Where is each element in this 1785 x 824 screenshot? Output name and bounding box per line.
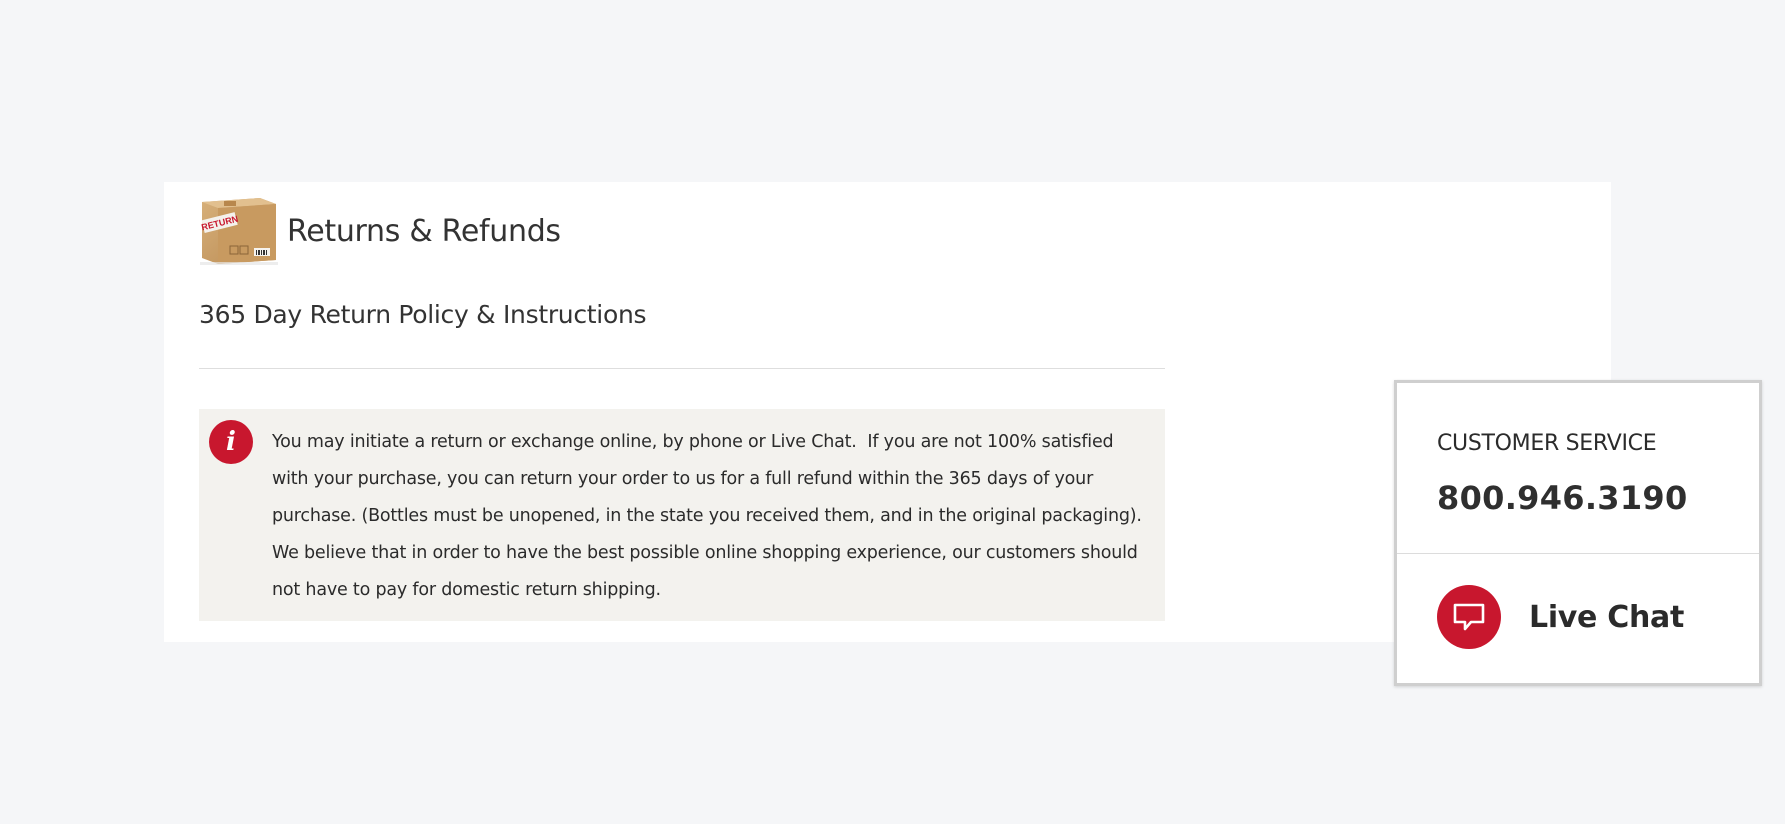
returns-panel: RETURN Returns & Refunds 365 Day Return … xyxy=(164,182,1762,686)
customer-service-label: CUSTOMER SERVICE xyxy=(1437,431,1657,456)
page-title: Returns & Refunds xyxy=(287,213,561,249)
policy-notice-text: You may initiate a return or exchange on… xyxy=(272,432,1148,600)
chat-bubble-icon xyxy=(1437,585,1501,649)
divider xyxy=(199,368,1165,369)
return-box-icon: RETURN xyxy=(200,198,278,265)
live-chat-button[interactable]: Live Chat xyxy=(1437,585,1684,649)
live-chat-label: Live Chat xyxy=(1529,599,1685,635)
customer-service-card: CUSTOMER SERVICE 800.946.3190 Live Chat xyxy=(1394,380,1762,686)
card-divider xyxy=(1397,553,1759,554)
customer-service-phone[interactable]: 800.946.3190 xyxy=(1437,479,1688,517)
policy-subtitle: 365 Day Return Policy & Instructions xyxy=(199,300,647,329)
title-row: RETURN Returns & Refunds xyxy=(200,196,561,266)
policy-notice: i You may initiate a return or exchange … xyxy=(199,409,1165,621)
info-icon: i xyxy=(209,420,253,464)
